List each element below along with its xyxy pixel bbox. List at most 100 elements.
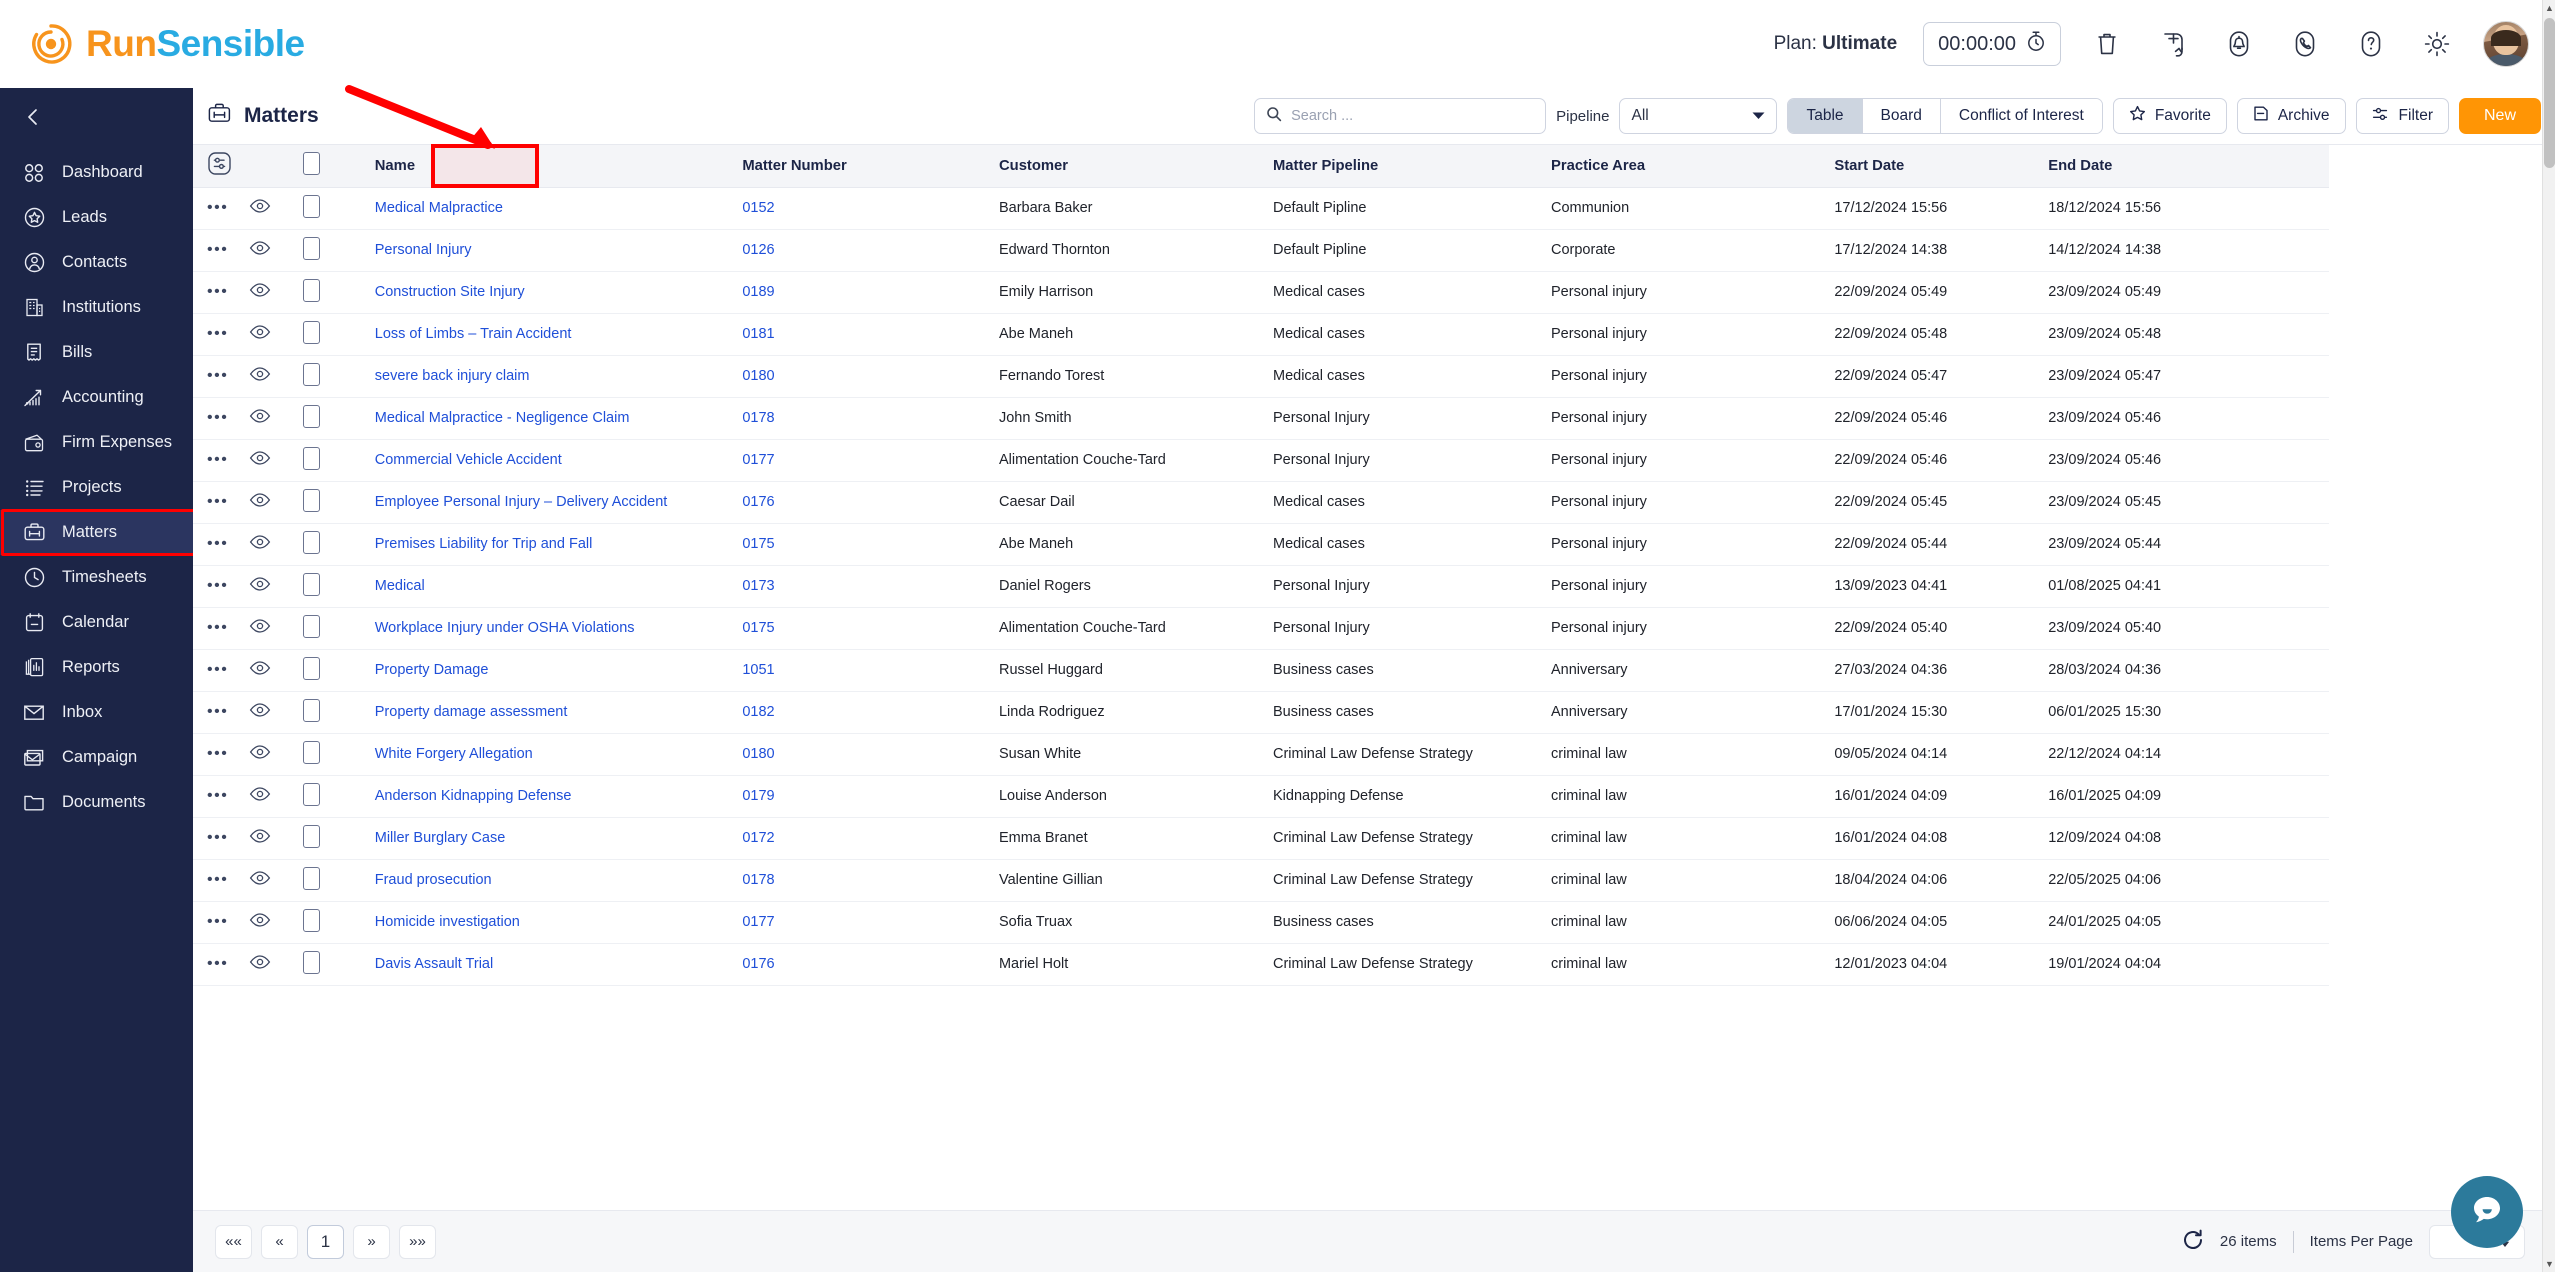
eye-preview-icon[interactable] <box>249 703 271 721</box>
matter-number-link[interactable]: 0181 <box>742 326 774 342</box>
matter-name-link[interactable]: Workplace Injury under OSHA Violations <box>375 620 635 636</box>
eye-preview-icon[interactable] <box>249 871 271 889</box>
row-more-actions-icon[interactable]: ••• <box>207 241 228 258</box>
table-row[interactable]: ••• Workplace Injury under OSHA Violatio… <box>193 607 2329 650</box>
row-more-actions-icon[interactable]: ••• <box>207 577 228 594</box>
matter-number-link[interactable]: 0178 <box>742 872 774 888</box>
row-checkbox[interactable] <box>302 404 320 428</box>
row-checkbox[interactable] <box>302 236 320 260</box>
matter-number-link[interactable]: 0180 <box>742 368 774 384</box>
matter-name-link[interactable]: Loss of Limbs – Train Accident <box>375 326 572 342</box>
matter-name-link[interactable]: Commercial Vehicle Accident <box>375 452 562 468</box>
column-header-name[interactable]: Name <box>374 145 743 188</box>
tab-conflict-of-interest[interactable]: Conflict of Interest <box>1940 99 2102 133</box>
help-icon[interactable] <box>2351 24 2391 64</box>
page-scrollbar[interactable]: ▲ ▼ <box>2542 0 2555 1272</box>
add-circle-icon[interactable] <box>2153 24 2193 64</box>
matter-name-link[interactable]: Davis Assault Trial <box>375 956 493 972</box>
matter-number-link[interactable]: 0152 <box>742 200 774 216</box>
table-row[interactable]: ••• Construction Site Injury 0189 Emily … <box>193 271 2329 314</box>
table-row[interactable]: ••• Medical 0173 Daniel Rogers Personal … <box>193 565 2329 608</box>
sidebar-collapse-button[interactable] <box>0 88 193 150</box>
column-header-customer[interactable]: Customer <box>998 145 1273 188</box>
sidebar-item-institutions[interactable]: Institutions <box>0 285 193 330</box>
eye-preview-icon[interactable] <box>249 283 271 301</box>
eye-preview-icon[interactable] <box>249 787 271 805</box>
row-more-actions-icon[interactable]: ••• <box>207 451 228 468</box>
sidebar-item-inbox[interactable]: Inbox <box>0 690 193 735</box>
table-row[interactable]: ••• Property damage assessment 0182 Lind… <box>193 691 2329 734</box>
matter-name-link[interactable]: White Forgery Allegation <box>375 746 533 762</box>
app-logo[interactable]: RunSensible <box>28 21 305 67</box>
eye-preview-icon[interactable] <box>249 661 271 679</box>
table-row[interactable]: ••• severe back injury claim 0180 Fernan… <box>193 355 2329 398</box>
sidebar-item-matters[interactable]: Matters <box>0 509 269 556</box>
sidebar-item-timesheets[interactable]: Timesheets <box>0 555 193 600</box>
eye-preview-icon[interactable] <box>249 745 271 763</box>
eye-preview-icon[interactable] <box>249 493 271 511</box>
eye-preview-icon[interactable] <box>249 451 271 469</box>
scroll-up-arrow-icon[interactable]: ▲ <box>2545 3 2554 13</box>
matter-number-link[interactable]: 0175 <box>742 536 774 552</box>
matter-name-link[interactable]: Medical Malpractice - Negligence Claim <box>375 410 630 426</box>
row-checkbox[interactable] <box>302 194 320 218</box>
matter-number-link[interactable]: 0176 <box>742 956 774 972</box>
matter-number-link[interactable]: 0175 <box>742 620 774 636</box>
pagination-first-button[interactable]: «« <box>215 1224 252 1259</box>
matter-name-link[interactable]: severe back injury claim <box>375 368 530 384</box>
row-checkbox[interactable] <box>302 950 320 974</box>
pagination-last-button[interactable]: »» <box>399 1224 436 1259</box>
trash-icon[interactable] <box>2087 24 2127 64</box>
favorite-button[interactable]: Favorite <box>2112 98 2227 134</box>
row-checkbox[interactable] <box>302 740 320 764</box>
row-more-actions-icon[interactable]: ••• <box>207 787 228 804</box>
sidebar-item-documents[interactable]: Documents <box>0 780 193 825</box>
row-more-actions-icon[interactable]: ••• <box>207 409 228 426</box>
row-checkbox[interactable] <box>302 572 320 596</box>
matter-name-link[interactable]: Employee Personal Injury – Delivery Acci… <box>375 494 668 510</box>
matter-name-link[interactable]: Miller Burglary Case <box>375 830 506 846</box>
row-checkbox[interactable] <box>302 362 320 386</box>
sidebar-item-contacts[interactable]: Contacts <box>0 240 193 285</box>
eye-preview-icon[interactable] <box>249 619 271 637</box>
row-more-actions-icon[interactable]: ••• <box>207 493 228 510</box>
matter-name-link[interactable]: Construction Site Injury <box>375 284 525 300</box>
matter-number-link[interactable]: 0126 <box>742 242 774 258</box>
column-header-matter-number[interactable]: Matter Number <box>742 145 999 188</box>
timer-widget[interactable]: 00:00:00 <box>1923 22 2061 66</box>
row-more-actions-icon[interactable]: ••• <box>207 367 228 384</box>
phone-icon[interactable] <box>2285 24 2325 64</box>
matter-number-link[interactable]: 0172 <box>742 830 774 846</box>
row-more-actions-icon[interactable]: ••• <box>207 955 228 972</box>
row-more-actions-icon[interactable]: ••• <box>207 745 228 762</box>
row-more-actions-icon[interactable]: ••• <box>207 199 228 216</box>
row-more-actions-icon[interactable]: ••• <box>207 913 228 930</box>
sidebar-item-leads[interactable]: Leads <box>0 195 193 240</box>
scrollbar-thumb[interactable] <box>2544 18 2555 168</box>
matter-name-link[interactable]: Premises Liability for Trip and Fall <box>375 536 593 552</box>
matter-number-link[interactable]: 0176 <box>742 494 774 510</box>
new-button[interactable]: New <box>2458 98 2541 134</box>
table-row[interactable]: ••• Premises Liability for Trip and Fall… <box>193 523 2329 566</box>
table-row[interactable]: ••• Commercial Vehicle Accident 0177 Ali… <box>193 439 2329 482</box>
table-row[interactable]: ••• Davis Assault Trial 0176 Mariel Holt… <box>193 943 2329 986</box>
eye-preview-icon[interactable] <box>249 241 271 259</box>
eye-preview-icon[interactable] <box>249 325 271 343</box>
search-input[interactable] <box>1291 108 1535 124</box>
table-row[interactable]: ••• Medical Malpractice - Negligence Cla… <box>193 397 2329 440</box>
sidebar-item-projects[interactable]: Projects <box>0 465 193 510</box>
sidebar-item-accounting[interactable]: Accounting <box>0 375 193 420</box>
sidebar-item-bills[interactable]: Bills <box>0 330 193 375</box>
row-more-actions-icon[interactable]: ••• <box>207 283 228 300</box>
matter-number-link[interactable]: 0177 <box>742 914 774 930</box>
eye-preview-icon[interactable] <box>249 955 271 973</box>
table-row[interactable]: ••• Anderson Kidnapping Defense 0179 Lou… <box>193 775 2329 818</box>
row-more-actions-icon[interactable]: ••• <box>207 535 228 552</box>
matter-name-link[interactable]: Medical <box>375 578 425 594</box>
archive-button[interactable]: Archive <box>2236 98 2346 134</box>
column-header-start-date[interactable]: Start Date <box>1834 145 2049 188</box>
column-settings-icon[interactable] <box>207 151 232 180</box>
settings-gear-icon[interactable] <box>2417 24 2457 64</box>
table-row[interactable]: ••• White Forgery Allegation 0180 Susan … <box>193 733 2329 776</box>
select-all-checkbox[interactable] <box>302 152 320 176</box>
